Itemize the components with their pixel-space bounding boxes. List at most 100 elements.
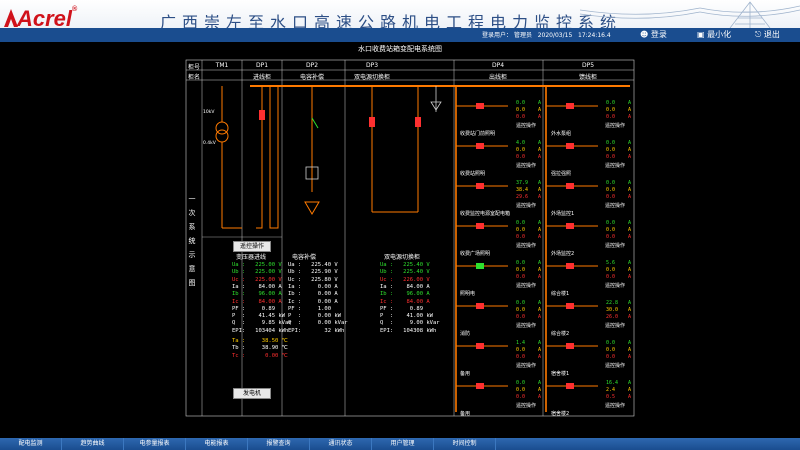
remote-operate-button[interactable]: 遥控操作 <box>516 202 536 209</box>
current-unit: A <box>538 340 542 346</box>
panel-number: DP2 <box>305 62 319 69</box>
measure-value: Ib : 96.00 A <box>380 291 430 298</box>
feeder-current: 0.0 <box>516 234 526 240</box>
measure-value: Ia : 84.00 A <box>380 283 430 290</box>
feeder-label: 外水泵组 <box>551 131 572 137</box>
measure-value: PF : 0.89 <box>232 305 276 312</box>
tab-comm-status[interactable]: 通讯状态 <box>310 438 372 450</box>
side-char: 意 <box>188 265 196 273</box>
measure-value: Ua : 225.00 V <box>232 262 282 268</box>
feeder-current: 26.0 <box>606 314 619 320</box>
panel-number: DP3 <box>365 62 379 69</box>
current-unit: A <box>538 394 542 400</box>
exit-label: 退出 <box>763 30 780 39</box>
remote-operate-button[interactable]: 遥控操作 <box>605 122 625 129</box>
current-unit: A <box>628 260 632 266</box>
feeder-current: 2.4 <box>606 387 616 393</box>
feeder-current: 0.0 <box>606 114 616 120</box>
feeder-label: 消防 <box>460 331 471 337</box>
current-unit: A <box>628 180 632 186</box>
measure-block-title: 双电源切换柜 <box>384 254 421 261</box>
remote-operate-button[interactable]: 遥控操作 <box>605 402 625 409</box>
remote-operate-button[interactable]: 遥控操作 <box>516 362 536 369</box>
feeder-current: 0.0 <box>606 234 616 240</box>
measure-value: Uc : 226.00 V <box>380 276 430 283</box>
feeder-current: 0.0 <box>516 114 526 120</box>
current-unit: A <box>628 227 632 233</box>
measure-block-title: 电容补偿 <box>292 254 317 261</box>
exit-button[interactable]: ⎋ 退出 <box>755 29 780 40</box>
remote-operate-button[interactable]: 遥控操作 <box>516 402 536 409</box>
remote-operate-button[interactable]: 遥控操作 <box>516 242 536 249</box>
measure-value: Ub : 225.90 V <box>288 269 338 276</box>
feeder-label: 收费站门前照明 <box>460 131 496 137</box>
tab-time-control[interactable]: 时间控制 <box>434 438 496 450</box>
current-unit: A <box>628 307 632 313</box>
side-char: 系 <box>188 223 196 231</box>
tab-power-monitor[interactable]: 配电监测 <box>0 438 62 450</box>
remote-operate-button[interactable]: 遥控操作 <box>605 322 625 329</box>
tab-alarm-query[interactable]: 报警查询 <box>248 438 310 450</box>
remote-operate-button[interactable]: 遥控操作 <box>516 122 536 129</box>
feeder-current: 0.0 <box>516 347 526 353</box>
panel-name: 出线柜 <box>488 74 507 81</box>
feeder-current: 0.0 <box>606 180 616 186</box>
remote-operate-button[interactable]: 遥控操作 <box>605 362 625 369</box>
remote-operate-button[interactable]: 遥控操作 <box>605 242 625 249</box>
current-unit: A <box>628 234 632 240</box>
current-unit: A <box>628 314 632 320</box>
measure-value: Q : 0.00 kVar <box>288 320 348 327</box>
header-toolbar <box>0 28 800 42</box>
measure-value: Uc : 225.80 V <box>288 276 338 283</box>
app-header: Acrel® 广西崇左至水口高速公路机电工程电力监控系统 登录用户： 管理员 2… <box>0 0 800 42</box>
feeder-current: 30.0 <box>606 307 619 313</box>
temperature-value: Tc : 0.00 ℃ <box>232 352 288 359</box>
current-unit: A <box>628 387 632 393</box>
dp2-switch <box>311 117 319 129</box>
remote-operate-button[interactable]: 遥控操作 <box>605 162 625 169</box>
side-label: 一 次 系 统 示 意 图 <box>186 192 198 290</box>
tab-energy-report[interactable]: 电能报表 <box>186 438 248 450</box>
side-char: 图 <box>188 279 196 287</box>
feeder-label: 综合楼1 <box>551 291 570 297</box>
panel-name: 馈线柜 <box>578 74 597 81</box>
feeder-current: 0.0 <box>516 354 526 360</box>
current-unit: A <box>628 380 632 386</box>
tab-user-management[interactable]: 用户管理 <box>372 438 434 450</box>
feeder-label: 备用 <box>460 411 471 417</box>
feeder-current: 0.0 <box>516 220 526 226</box>
current-unit: A <box>538 347 542 353</box>
login-button[interactable]: ☻ 登录 <box>640 29 667 40</box>
current-unit: A <box>538 387 542 393</box>
user-info: 登录用户： 管理员 2020/03/15 17:24:16.4 <box>482 30 611 39</box>
current-unit: A <box>538 114 542 120</box>
feeder-current: 0.0 <box>606 194 616 200</box>
generator-button[interactable]: 发电机 <box>233 388 271 399</box>
remote-control-button[interactable]: 遥控操作 <box>233 241 271 252</box>
current-unit: A <box>628 347 632 353</box>
current-unit: A <box>628 147 632 153</box>
remote-operate-button[interactable]: 遥控操作 <box>516 162 536 169</box>
feeder-label: 外场监控1 <box>551 211 575 217</box>
current-unit: A <box>628 107 632 113</box>
remote-operate-button[interactable]: 遥控操作 <box>605 282 625 289</box>
remote-operate-button[interactable]: 遥控操作 <box>516 322 536 329</box>
feeder-breaker <box>566 143 574 149</box>
tab-trend-curve[interactable]: 趋势曲线 <box>62 438 124 450</box>
measure-value: Ub : 225.00 V <box>232 269 282 276</box>
current-unit: A <box>628 300 632 306</box>
dp3-breaker <box>369 117 375 127</box>
feeder-current: 0.0 <box>606 227 616 233</box>
feeder-breaker <box>476 303 484 309</box>
feeder-current: 0.0 <box>606 340 616 346</box>
current-unit: A <box>628 340 632 346</box>
remote-operate-button[interactable]: 遥控操作 <box>516 282 536 289</box>
minimize-icon: ▣ <box>697 30 705 39</box>
current-unit: A <box>628 194 632 200</box>
tab-parameter-report[interactable]: 电参量报表 <box>124 438 186 450</box>
current-unit: A <box>538 100 542 106</box>
minimize-button[interactable]: ▣ 最小化 <box>697 29 731 40</box>
current-unit: A <box>628 154 632 160</box>
feeder-current: 0.0 <box>516 147 526 153</box>
remote-operate-button[interactable]: 遥控操作 <box>605 202 625 209</box>
